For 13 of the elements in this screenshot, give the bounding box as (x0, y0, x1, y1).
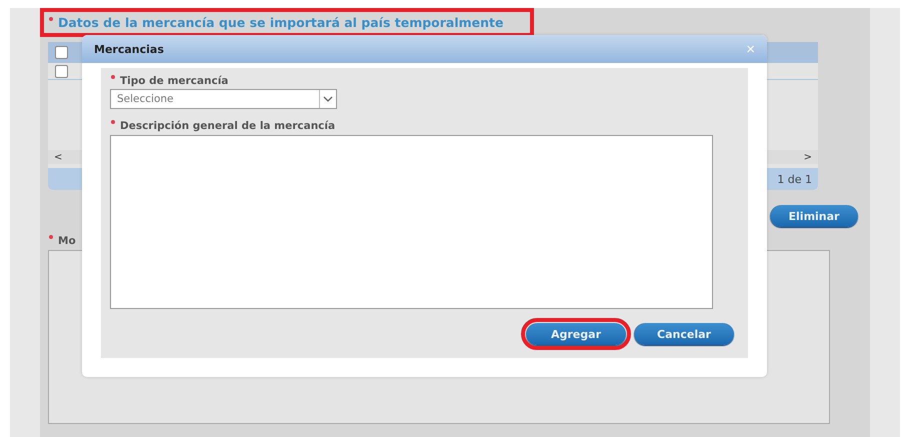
section-title: Datos de la mercancía que se importará al país temporalmente (44, 12, 530, 33)
type-select[interactable]: Seleccione (110, 89, 337, 109)
field-label: Mo (48, 235, 830, 247)
field-label: Tipo de mercancía (110, 75, 739, 87)
add-button[interactable]: Agregar (526, 323, 626, 345)
row-checkbox[interactable] (55, 64, 68, 78)
select-all-checkbox[interactable] (55, 46, 68, 59)
dialog-title: Mercancias (94, 42, 164, 56)
description-field[interactable] (110, 135, 713, 309)
cancel-button[interactable]: Cancelar (634, 323, 734, 345)
page-count: 1 de 1 (777, 172, 812, 186)
field-label: Descripción general de la mercancía (110, 120, 739, 132)
delete-button[interactable]: Eliminar (770, 205, 858, 227)
